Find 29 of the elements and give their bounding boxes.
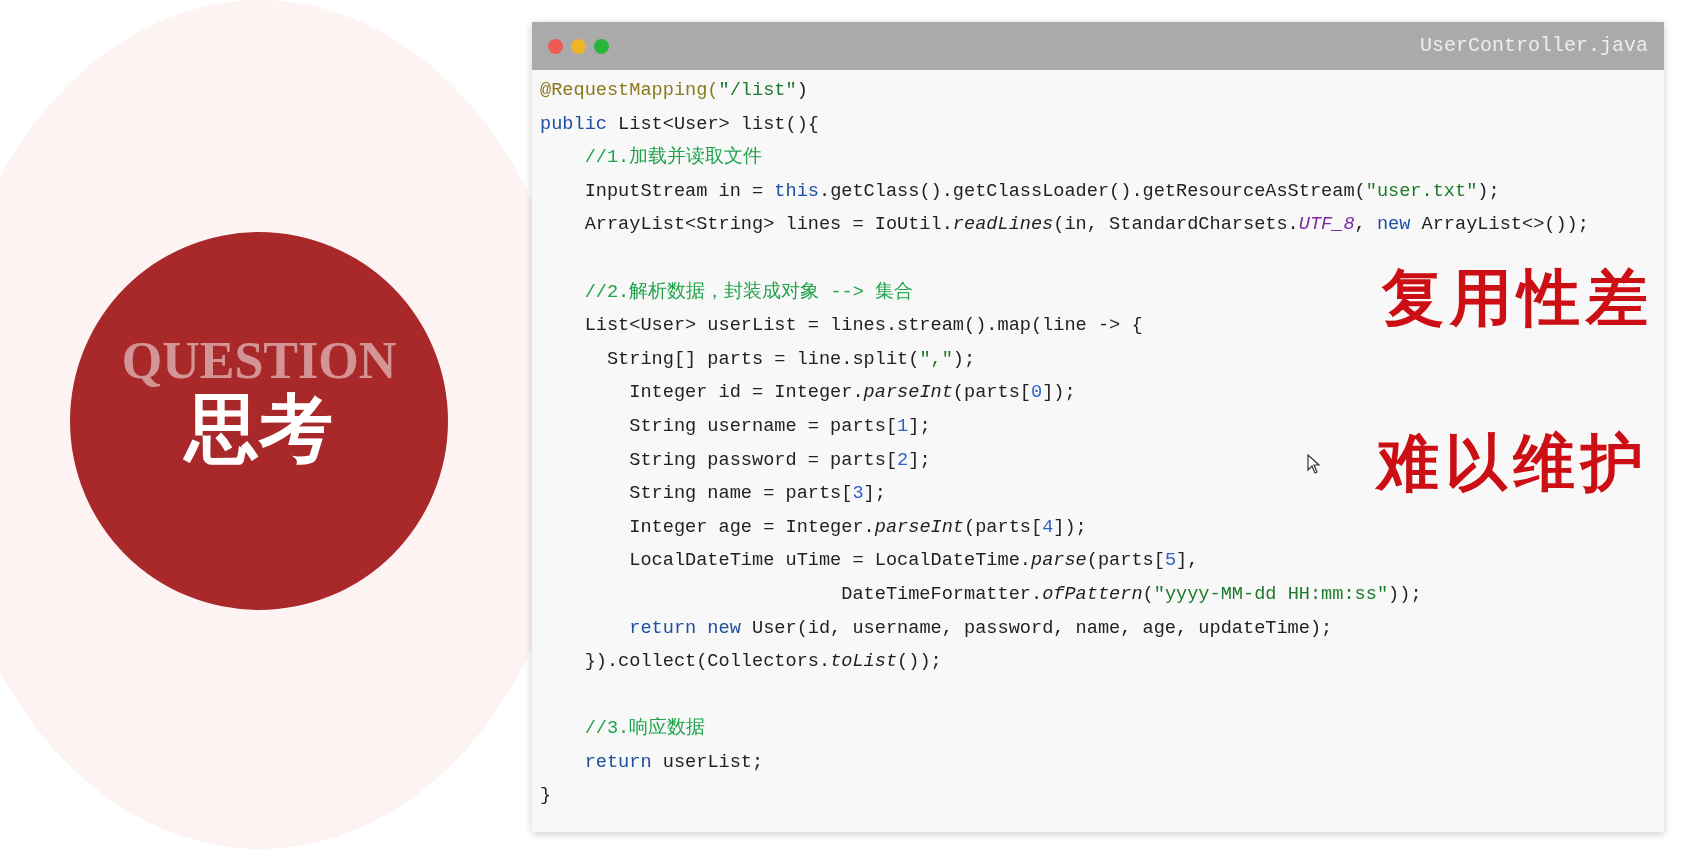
- code-line: String username = parts[1];: [628, 414, 931, 439]
- maximize-button[interactable]: [594, 38, 609, 54]
- code-line: InputStream in = this.getClass().getClassLoader().getResourceAsStream("user.txt");: [583, 179, 1500, 204]
- code-line: }).collect(Collectors.toList());: [583, 650, 942, 675]
- close-button[interactable]: [548, 38, 563, 54]
- window-title: UserController.java: [1419, 33, 1648, 59]
- code-line: //3.响应数据: [583, 716, 706, 742]
- code-line: return new User(id, username, password, name, age, updateTime);: [628, 616, 1333, 641]
- code-line: //2.解析数据，封装成对象 --> 集合: [583, 280, 914, 305]
- mouse-cursor-icon: [1307, 454, 1321, 474]
- code-line: DateTimeFormatter.ofPattern("yyyy-MM-dd HH:mm:ss"));: [840, 582, 1422, 607]
- badge-title: 思考: [182, 392, 334, 466]
- code-line: List<User> userList = lines.stream().map(line -> {: [583, 314, 1143, 339]
- stamp-label: 复用性差: [1382, 267, 1654, 329]
- code-line: Integer id = Integer.parseInt(parts[0]);: [628, 381, 1076, 406]
- code-line: LocalDateTime uTime = LocalDateTime.parse(parts[5],: [628, 549, 1199, 574]
- code-line: return userList;: [583, 750, 764, 775]
- code-line: public List<User> list(){: [540, 112, 819, 137]
- stamp-label: 难以维护: [1377, 432, 1649, 494]
- code-line: }: [540, 784, 552, 809]
- code-line: String name = parts[3];: [628, 482, 886, 507]
- code-line: @RequestMapping("/list"): [540, 79, 808, 103]
- code-line: Integer age = Integer.parseInt(parts[4]);: [628, 515, 1087, 540]
- code-line: ArrayList<String> lines = IoUtil.readLines(in, StandardCharsets.UTF_8, new ArrayList<>());: [583, 213, 1589, 238]
- minimize-button[interactable]: [571, 38, 586, 54]
- code-line: //1.加载并读取文件: [583, 145, 763, 171]
- code-line: String[] parts = line.split(",");: [605, 347, 976, 372]
- background-word: QUESTION: [120, 331, 398, 391]
- code-line: String password = parts[2];: [628, 448, 931, 473]
